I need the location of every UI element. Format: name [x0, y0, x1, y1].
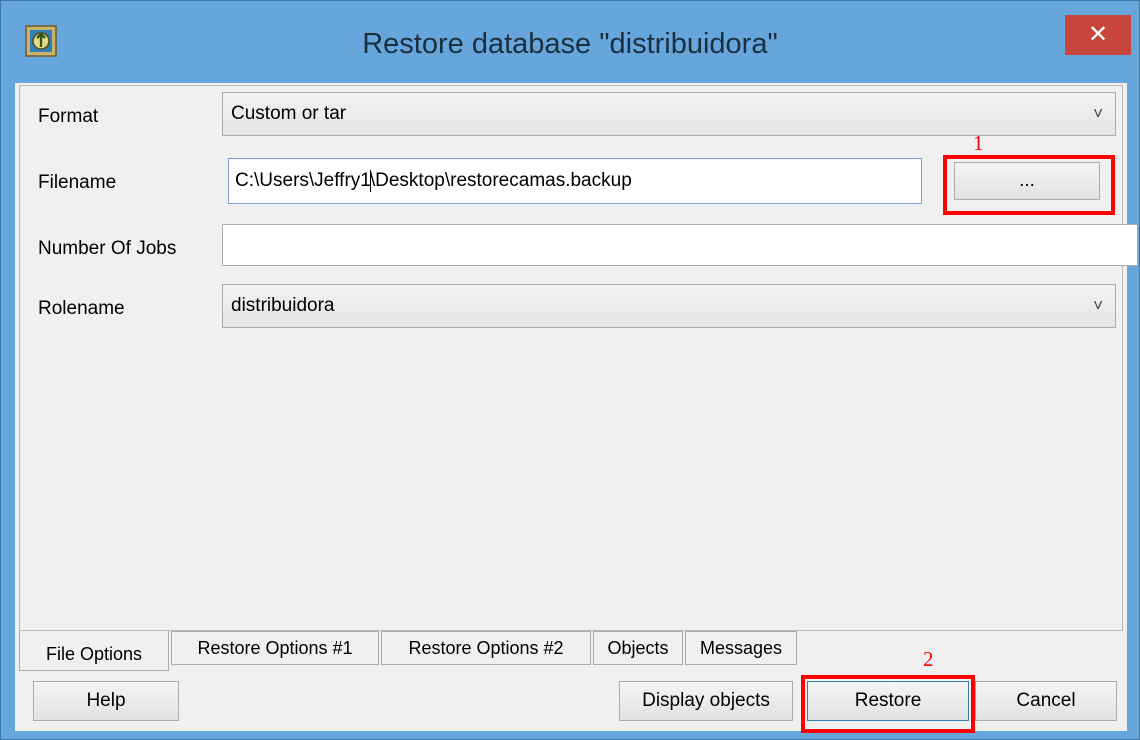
annotation-number-2: 2 [923, 647, 934, 671]
help-button[interactable]: Help [33, 681, 179, 721]
filename-input[interactable]: C:\Users\Jeffry1\Desktop\restorecamas.ba… [228, 158, 922, 204]
tab-restore-options-1[interactable]: Restore Options #1 [171, 631, 379, 665]
rolename-value: distribuidora [231, 295, 335, 316]
format-select[interactable]: Custom or tar ˅ [222, 92, 1116, 136]
title-bar[interactable]: Restore database "distribuidora" ✕ [1, 1, 1139, 83]
tab-objects[interactable]: Objects [593, 631, 683, 665]
annotation-number-1: 1 [973, 131, 984, 155]
filename-text-end: \Desktop\restorecamas.backup [369, 170, 632, 191]
window-title: Restore database "distribuidora" [362, 28, 778, 60]
tab-messages[interactable]: Messages [685, 631, 797, 665]
filename-label: Filename [38, 172, 117, 193]
chevron-down-icon: ˅ [1093, 104, 1103, 123]
close-icon: ✕ [1087, 21, 1109, 48]
jobs-input[interactable] [222, 224, 1138, 266]
rolename-select[interactable]: distribuidora ˅ [222, 284, 1116, 328]
chevron-down-icon: ˅ [1093, 296, 1103, 315]
annotation-box-restore [801, 675, 975, 733]
restore-dialog: Restore database "distribuidora" ✕ Forma… [0, 0, 1140, 740]
format-label: Format [38, 106, 99, 127]
filename-text-start: C:\Users\Jeffry1 [235, 170, 371, 191]
close-button[interactable]: ✕ [1065, 15, 1131, 55]
tab-file-options[interactable]: File Options [19, 631, 169, 671]
format-value: Custom or tar [231, 103, 347, 124]
annotation-box-browse [943, 155, 1115, 215]
jobs-label: Number Of Jobs [38, 238, 177, 259]
rolename-label: Rolename [38, 298, 125, 319]
tab-restore-options-2[interactable]: Restore Options #2 [381, 631, 591, 665]
cancel-button[interactable]: Cancel [975, 681, 1117, 721]
display-objects-button[interactable]: Display objects [619, 681, 793, 721]
